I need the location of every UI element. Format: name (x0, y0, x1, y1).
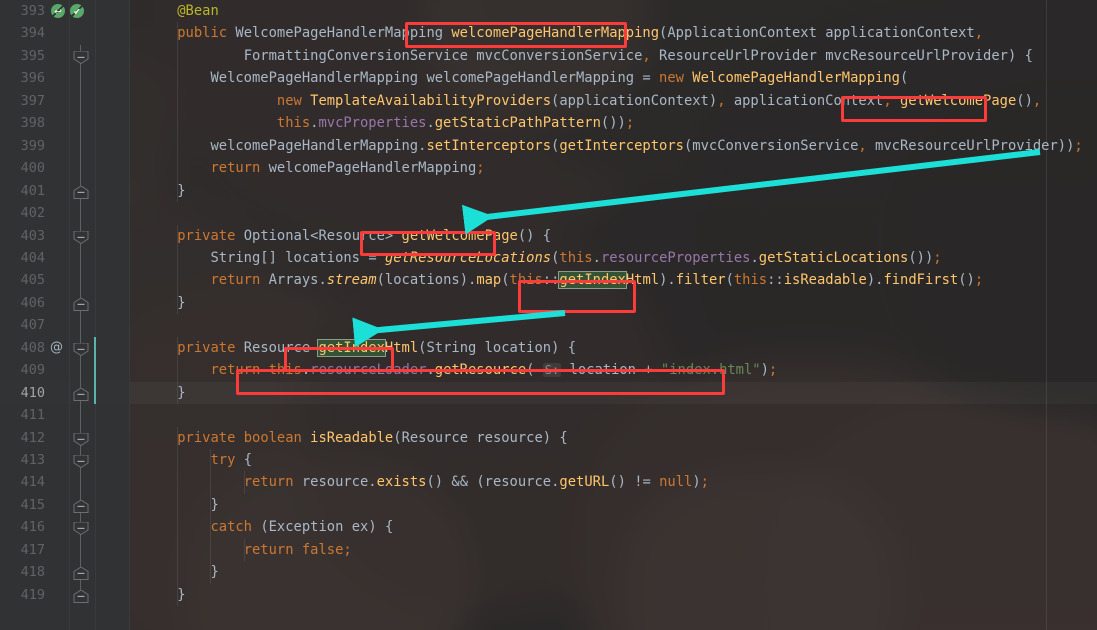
gutter-line: 414 (0, 471, 130, 493)
code-line[interactable]: FormattingConversionService mvcConversio… (144, 45, 1033, 67)
code-line[interactable]: } (144, 494, 218, 516)
line-number: 407 (20, 317, 45, 334)
code-line[interactable]: return false; (144, 539, 352, 561)
gutter-line: 418 (0, 561, 130, 583)
line-number: 412 (20, 429, 45, 446)
code-line[interactable]: new TemplateAvailabilityProviders(applic… (144, 90, 1041, 112)
gutter-line: 405 (0, 269, 130, 291)
code-line[interactable]: return resource.exists() && (resource.ge… (144, 471, 709, 493)
gutter-line: 395 (0, 45, 130, 67)
code-line[interactable]: welcomePageHandlerMapping.setInterceptor… (144, 135, 1082, 157)
gutter-line: 419 (0, 584, 130, 606)
gutter-line: 409 (0, 359, 130, 381)
line-number: 398 (20, 115, 45, 132)
gutter-line: 403 (0, 225, 130, 247)
line-number: 410 (20, 384, 45, 401)
code-line[interactable]: private Optional<Resource> getWelcomePag… (144, 225, 551, 247)
line-number: 397 (20, 92, 45, 109)
line-number: 400 (20, 160, 45, 177)
gutter-line: 398 (0, 112, 130, 134)
gutter-line: 410 (0, 382, 130, 404)
override-method-icon[interactable]: ↩ (50, 3, 66, 23)
code-line[interactable]: try { (144, 449, 252, 471)
code-line[interactable]: return this.resourceLoader.getResource( … (144, 359, 777, 381)
gutter-line: 415 (0, 494, 130, 516)
active-fold-region-bar (94, 336, 96, 405)
line-number: 396 (20, 70, 45, 87)
line-number: 413 (20, 452, 45, 468)
gutter-line: 407 (0, 314, 130, 336)
line-number: 405 (20, 272, 45, 289)
gutter-line: 401 (0, 180, 130, 202)
line-number: 414 (20, 474, 45, 491)
line-number: 419 (20, 586, 45, 603)
gutter-line: 400 (0, 157, 130, 179)
line-number: 402 (20, 205, 45, 222)
line-number: 411 (20, 407, 45, 424)
gutter-line: 413 (0, 449, 130, 471)
code-line[interactable]: this.mvcProperties.getStaticPathPattern(… (144, 112, 634, 134)
line-number: 401 (20, 182, 45, 199)
gutter-line: 399 (0, 135, 130, 157)
line-number: 395 (20, 47, 45, 64)
code-content[interactable]: @Bean public WelcomePageHandlerMapping w… (130, 0, 1097, 630)
gutter-annotation-marker[interactable]: @ (50, 337, 63, 359)
line-number: 393 (20, 3, 45, 19)
line-number: 416 (20, 519, 45, 536)
gutter-line: 417 (0, 539, 130, 561)
gutter-line: 408 (0, 337, 130, 359)
code-line[interactable]: public WelcomePageHandlerMapping welcome… (144, 22, 983, 44)
editor-gutter[interactable]: 393 394 395 396 397 398 399 400 401 402 403 404 405 4… (0, 0, 130, 630)
code-editor[interactable]: 393 394 395 396 397 398 399 400 401 402 403 404 405 4… (0, 0, 1097, 630)
line-number: 394 (20, 25, 45, 42)
code-line[interactable]: catch (Exception ex) { (144, 516, 393, 538)
code-line[interactable]: } (144, 382, 185, 404)
svg-text:✔: ✔ (73, 8, 81, 18)
gutter-line: 394 (0, 22, 130, 44)
code-line[interactable]: private boolean isReadable(Resource reso… (144, 427, 567, 449)
gutter-line: 406 (0, 292, 130, 314)
gutter-line: 411 (0, 404, 130, 426)
gutter-line: 412 (0, 427, 130, 449)
code-line[interactable]: String[] locations = getResourceLocation… (144, 247, 941, 269)
code-line[interactable]: private Resource getIndexHtml(String loc… (144, 337, 576, 359)
code-line[interactable]: return Arrays.stream(locations).map(this… (144, 269, 983, 291)
code-line[interactable]: WelcomePageHandlerMapping welcomePageHan… (144, 67, 908, 89)
line-number: 418 (20, 564, 45, 581)
spring-bean-icon[interactable]: ✔ (69, 3, 85, 23)
code-line[interactable]: } (144, 292, 185, 314)
svg-text:↩: ↩ (54, 8, 62, 18)
line-number: 408 (20, 339, 45, 356)
code-line[interactable]: return welcomePageHandlerMapping; (144, 157, 484, 179)
gutter-line: 402 (0, 202, 130, 224)
line-number: 403 (20, 227, 45, 244)
code-line[interactable]: } (144, 584, 185, 606)
code-line[interactable]: @Bean (144, 0, 219, 22)
line-number: 406 (20, 294, 45, 311)
line-number: 399 (20, 137, 45, 154)
line-number: 415 (20, 496, 45, 513)
gutter-line: 416 (0, 516, 130, 538)
line-number: 417 (20, 541, 45, 558)
code-line[interactable]: } (144, 561, 218, 583)
line-number: 404 (20, 249, 45, 266)
code-line[interactable]: } (144, 180, 185, 202)
line-number: 409 (20, 362, 45, 379)
gutter-line: 404 (0, 247, 130, 269)
gutter-line: 396 (0, 67, 130, 89)
gutter-line: 397 (0, 90, 130, 112)
